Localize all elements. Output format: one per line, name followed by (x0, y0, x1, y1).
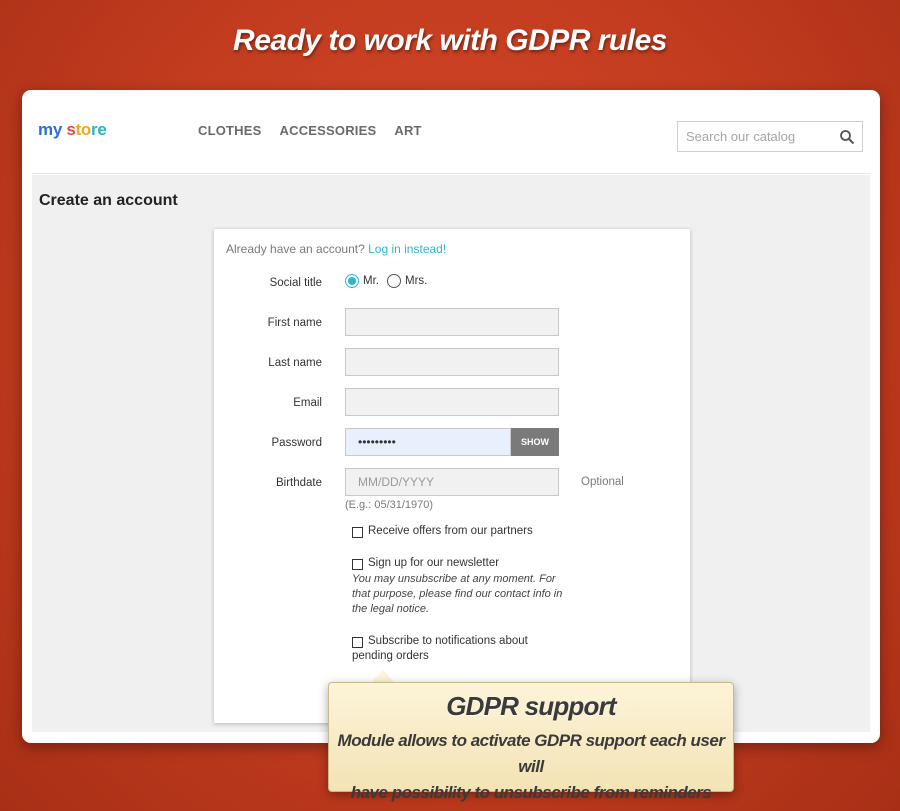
birthdate-label: Birthdate (275, 477, 322, 489)
radio-mr-label: Mr. (363, 275, 379, 287)
birthdate-input[interactable] (346, 469, 558, 495)
email-field-box (345, 388, 559, 416)
newsletter-checkbox[interactable] (352, 559, 363, 570)
first-name-label: First name (267, 317, 322, 329)
nav-accessories[interactable]: ACCESSORIES (280, 123, 377, 138)
browser-window: my store CLOTHES ACCESSORIES ART Create … (22, 90, 880, 743)
logo-part-4: re (91, 120, 107, 139)
first-name-field-box (345, 308, 559, 336)
login-link[interactable]: Log in instead! (368, 242, 446, 256)
store-logo[interactable]: my store (38, 120, 107, 140)
nav-clothes[interactable]: CLOTHES (198, 123, 262, 138)
notifications-checkbox-label: Subscribe to notifications about pending… (352, 634, 558, 664)
email-label: Email (293, 397, 322, 409)
store-header: my store CLOTHES ACCESSORIES ART (32, 90, 870, 174)
radio-mrs[interactable] (386, 274, 401, 288)
partners-checkbox-label: Receive offers from our partners (368, 525, 533, 537)
nav-art[interactable]: ART (394, 123, 421, 138)
callout-line-1: Module allows to activate GDPR support e… (337, 731, 725, 776)
search-box (677, 121, 863, 152)
search-input[interactable] (678, 122, 828, 151)
birthdate-hint: (E.g.: 05/31/1970) (345, 499, 434, 511)
first-name-input[interactable] (346, 309, 558, 335)
last-name-input[interactable] (346, 349, 558, 375)
newsletter-checkbox-row: Sign up for our newsletter (352, 557, 499, 570)
social-title-label: Social title (269, 277, 322, 289)
logo-part-2: s (66, 120, 76, 139)
email-input[interactable] (346, 389, 558, 415)
page-content: Create an account Already have an accoun… (32, 175, 870, 732)
callout-body: Module allows to activate GDPR support e… (329, 728, 733, 806)
newsletter-checkbox-label: Sign up for our newsletter (368, 557, 500, 569)
optional-label: Optional (581, 476, 624, 488)
logo-part-3: to (75, 120, 92, 139)
social-title-radio-group: Mr. Mrs. (345, 274, 429, 288)
main-nav: CLOTHES ACCESSORIES ART (198, 123, 422, 138)
radio-mr[interactable] (345, 274, 359, 288)
newsletter-note: You may unsubscribe at any moment. For t… (352, 573, 563, 615)
search-icon[interactable] (839, 129, 855, 145)
callout-title: GDPR support (446, 691, 616, 721)
password-label: Password (271, 437, 323, 449)
register-form-card: Already have an account? Log in instead!… (214, 229, 690, 723)
partners-checkbox[interactable] (352, 527, 363, 538)
callout-line-2: have possibility to unsubscribe from rem… (350, 783, 712, 802)
already-account-text: Already have an account? Log in instead! (226, 242, 446, 256)
password-field-box (345, 428, 511, 456)
partners-checkbox-row: Receive offers from our partners (352, 525, 533, 538)
birthdate-field-box (345, 468, 559, 496)
show-password-button[interactable]: SHOW (511, 428, 559, 456)
radio-mrs-label: Mrs. (404, 275, 428, 287)
already-account-label: Already have an account? (226, 242, 369, 256)
page-title: Create an account (39, 192, 178, 209)
password-input[interactable] (346, 429, 510, 455)
notifications-label-text: Subscribe to notifications about pending… (352, 635, 528, 662)
last-name-field-box (345, 348, 559, 376)
gdpr-callout: GDPR support Module allows to activate G… (328, 682, 734, 802)
last-name-label: Last name (268, 357, 322, 369)
banner-title: Ready to work with GDPR rules (233, 24, 667, 57)
logo-part-1: my (38, 120, 67, 139)
